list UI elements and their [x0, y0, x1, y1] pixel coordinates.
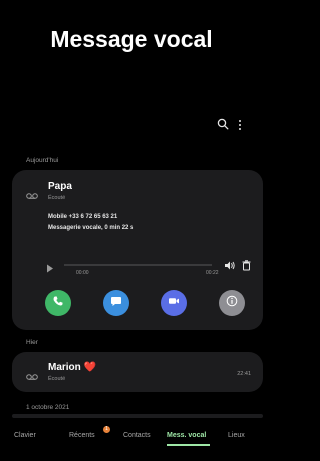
- tab-recents[interactable]: Récents: [69, 432, 95, 439]
- search-icon[interactable]: [217, 118, 229, 130]
- voicemail-row[interactable]: Marion ❤️ Écouté 22:41: [12, 352, 263, 392]
- tab-voicemail[interactable]: Mess. vocal: [167, 432, 206, 439]
- page-title: Message vocal: [50, 26, 213, 52]
- details-button[interactable]: [219, 290, 245, 316]
- phone-number: Mobile +33 6 72 65 63 21: [48, 214, 118, 220]
- listened-status: Écouté: [48, 195, 66, 201]
- tab-contacts[interactable]: Contacts: [123, 432, 151, 439]
- contact-name: Marion ❤️: [48, 362, 97, 373]
- message-button[interactable]: [103, 290, 129, 316]
- section-label-yesterday: Hier: [26, 339, 38, 346]
- voicemail-card-expanded[interactable]: Papa Écouté Mobile +33 6 72 65 63 21 Mes…: [12, 170, 263, 330]
- time-elapsed: 00:00: [76, 270, 89, 276]
- voicemail-icon: [26, 368, 38, 380]
- bottom-tab-bar: Clavier Récents 1 Contacts Mess. vocal L…: [0, 426, 263, 446]
- voicemail-duration: Messagerie vocale, 0 min 22 s: [48, 225, 134, 231]
- tab-clavier[interactable]: Clavier: [14, 432, 36, 439]
- listened-status: Écouté: [48, 376, 66, 382]
- active-tab-indicator: [167, 444, 210, 446]
- action-buttons: [45, 290, 245, 316]
- voicemail-icon: [26, 187, 38, 199]
- audio-player: 00:00 00:22: [42, 258, 252, 278]
- play-icon[interactable]: [46, 260, 54, 278]
- video-icon: [168, 294, 180, 312]
- next-card-edge: [12, 414, 263, 418]
- volume-icon[interactable]: [224, 258, 236, 276]
- progress-slider[interactable]: [64, 264, 212, 266]
- call-button[interactable]: [45, 290, 71, 316]
- phone-icon: [52, 294, 64, 312]
- delete-icon[interactable]: [242, 258, 251, 276]
- toolbar: [217, 118, 243, 130]
- video-call-button[interactable]: [161, 290, 187, 316]
- call-time: 22:41: [237, 371, 251, 377]
- contact-name: Papa: [48, 181, 72, 192]
- missed-calls-badge: 1: [103, 426, 110, 433]
- time-total: 00:22: [206, 270, 219, 276]
- more-options-icon[interactable]: [237, 118, 243, 130]
- info-icon: [226, 294, 238, 312]
- message-icon: [110, 294, 122, 312]
- section-label-today: Aujourd'hui: [26, 157, 59, 164]
- tab-lieux[interactable]: Lieux: [228, 432, 245, 439]
- section-label-date: 1 octobre 2021: [26, 404, 70, 411]
